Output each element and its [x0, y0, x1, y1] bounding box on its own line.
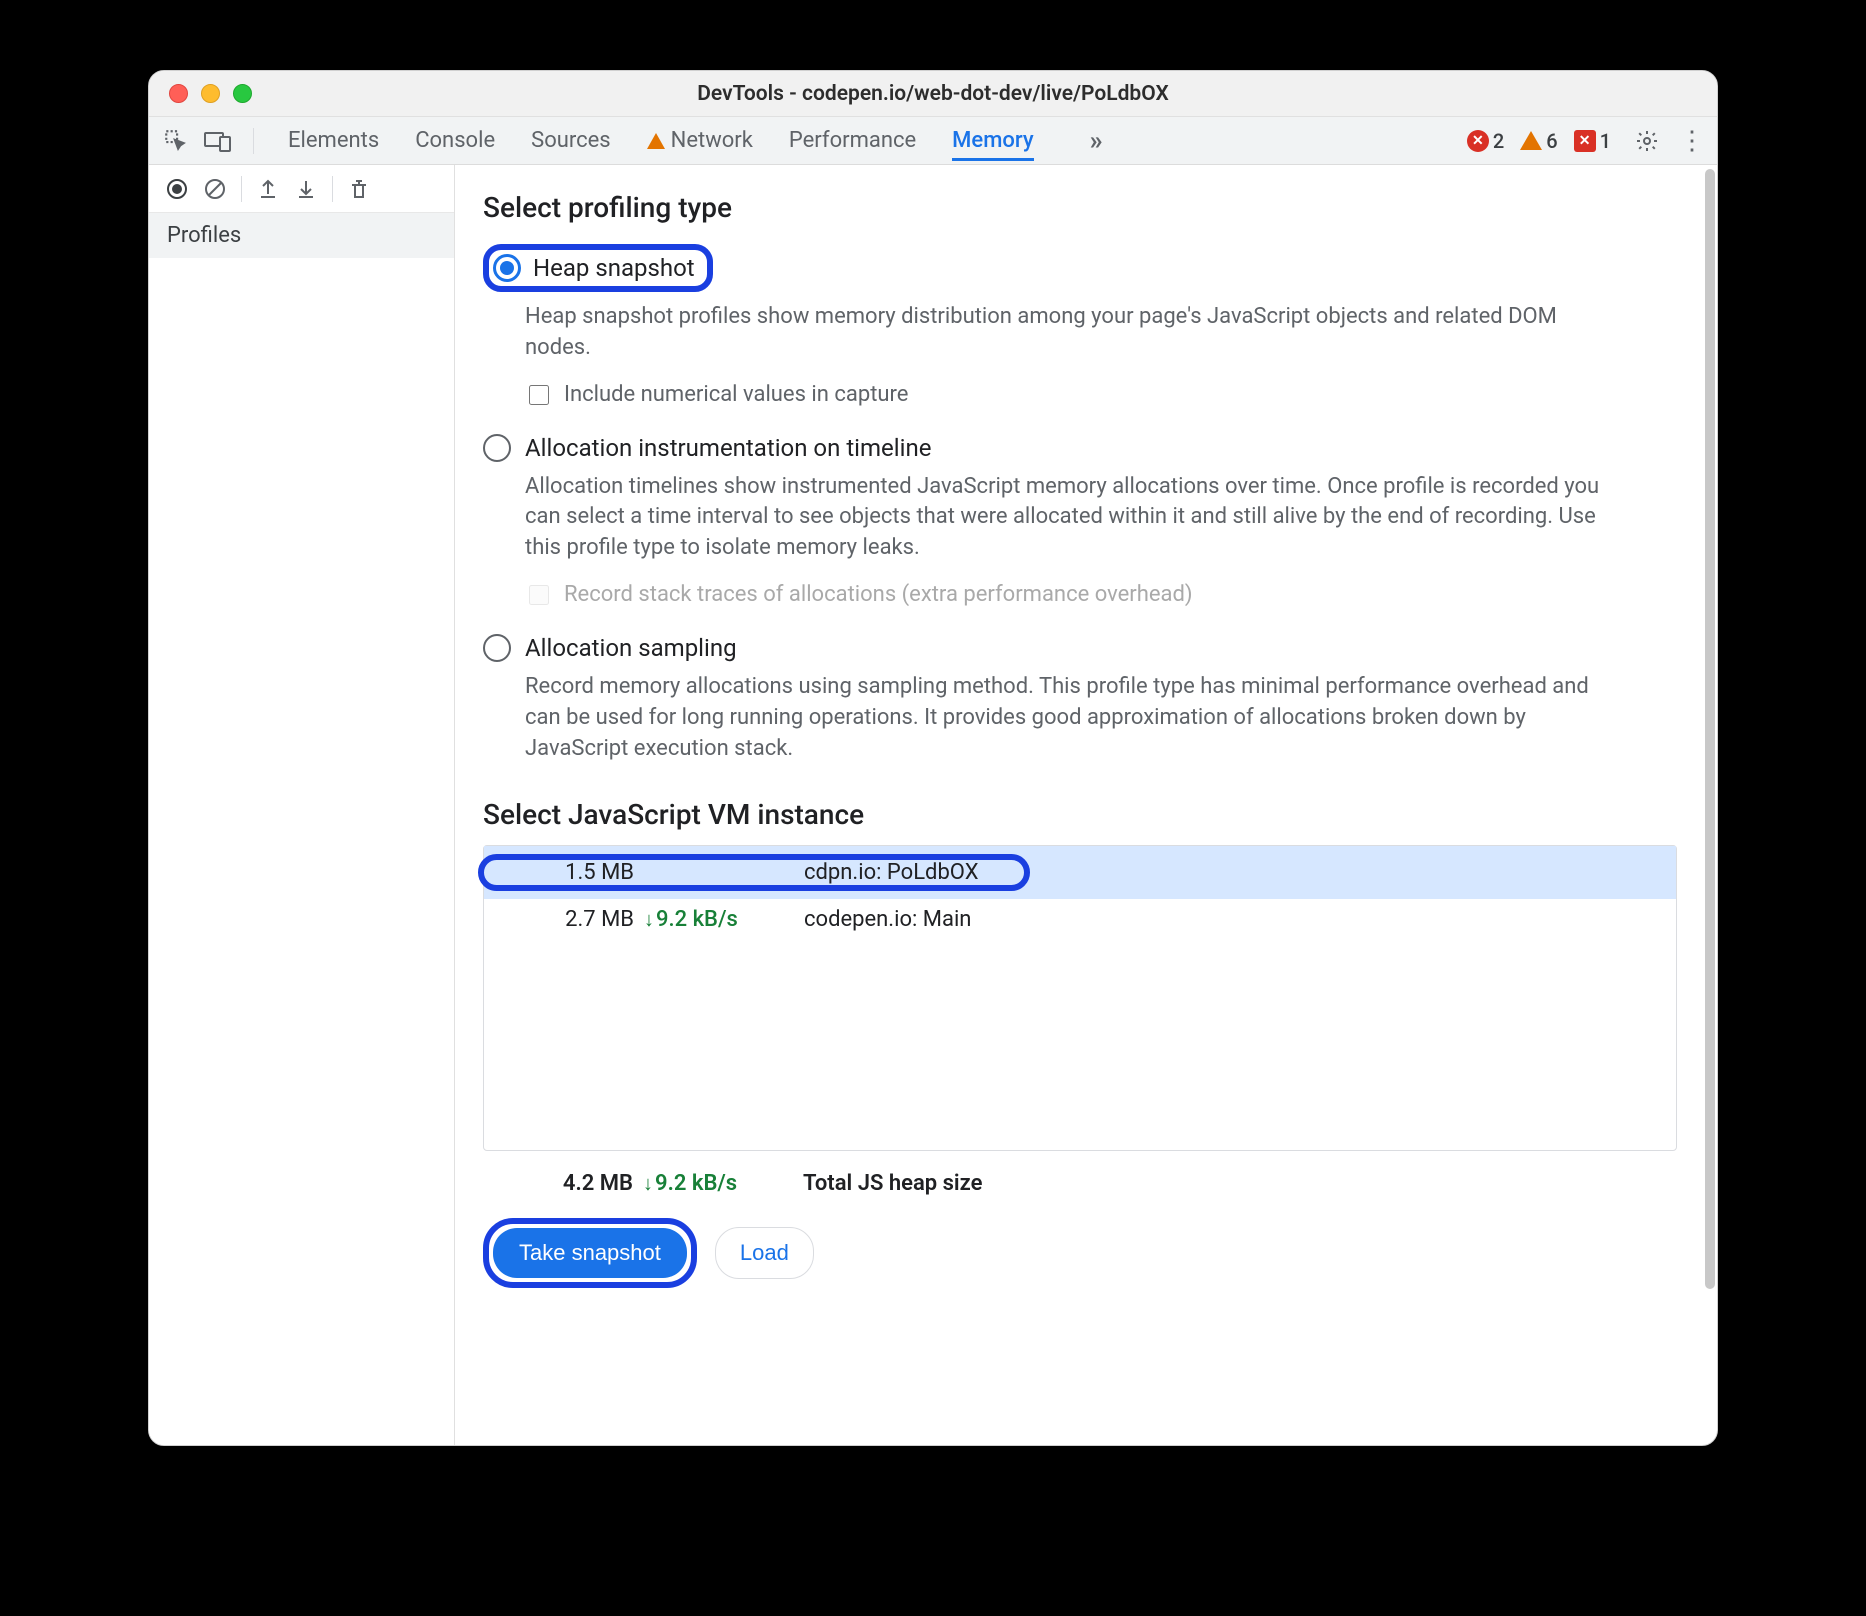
error-icon: ✕ — [1467, 130, 1489, 152]
clear-button[interactable] — [197, 171, 233, 207]
vm-row[interactable]: 2.7 MB ↓ 9.2 kB/s codepen.io: Main — [484, 899, 1676, 940]
checkbox-label: Include numerical values in capture — [564, 382, 908, 407]
include-numerical-checkbox[interactable] — [529, 385, 549, 405]
vm-heading: Select JavaScript VM instance — [483, 798, 1677, 831]
tutorial-highlight-heap: Heap snapshot — [483, 244, 713, 292]
vm-rate: ↓ 9.2 kB/s — [644, 907, 794, 932]
vm-name: cdpn.io: PoLdbOX — [794, 860, 1014, 885]
import-button[interactable] — [288, 171, 324, 207]
warning-icon — [647, 133, 665, 149]
issues-badge[interactable]: ✕ 1 — [1574, 129, 1611, 153]
zoom-window-button[interactable] — [233, 84, 252, 103]
record-button[interactable] — [159, 171, 195, 207]
tab-sources[interactable]: Sources — [531, 120, 611, 161]
settings-button[interactable] — [1635, 129, 1659, 153]
profiling-option-timeline[interactable]: Allocation instrumentation on timeline — [483, 428, 1677, 466]
memory-panel: Select profiling type Heap snapshot Heap… — [455, 165, 1717, 1445]
include-numerical-checkbox-row[interactable]: Include numerical values in capture — [525, 382, 1677, 408]
option-label: Allocation sampling — [525, 634, 737, 662]
tutorial-highlight-take-snapshot: Take snapshot — [483, 1218, 697, 1288]
devtools-tabsbar: Elements Console Sources Network Perform… — [149, 117, 1717, 165]
option-label: Heap snapshot — [533, 254, 695, 282]
radio-allocation-timeline[interactable] — [483, 434, 511, 462]
bottom-actions: Take snapshot Load — [483, 1218, 1677, 1288]
vm-size: 2.7 MB — [484, 907, 644, 932]
tab-elements[interactable]: Elements — [288, 120, 379, 161]
close-window-button[interactable] — [169, 84, 188, 103]
profiles-sidebar: Profiles — [149, 165, 455, 1445]
tutorial-highlight-vm-row: 1.5 MB cdpn.io: PoLdbOX — [478, 854, 1030, 891]
record-stack-checkbox — [529, 585, 549, 605]
radio-allocation-sampling[interactable] — [483, 634, 511, 662]
vm-name: codepen.io: Main — [794, 907, 1676, 932]
total-rate: ↓ 9.2 kB/s — [643, 1171, 793, 1196]
option-label: Allocation instrumentation on timeline — [525, 434, 931, 462]
tab-memory[interactable]: Memory — [952, 120, 1033, 161]
window-titlebar: DevTools - codepen.io/web-dot-dev/live/P… — [149, 71, 1717, 117]
more-button[interactable]: ⋮ — [1679, 126, 1703, 156]
tab-performance[interactable]: Performance — [789, 120, 916, 161]
record-stack-checkbox-row: Record stack traces of allocations (extr… — [525, 582, 1677, 608]
vm-row-selected[interactable]: 1.5 MB cdpn.io: PoLdbOX — [484, 846, 1676, 899]
sidebar-toolbar — [149, 165, 454, 213]
vm-size: 1.5 MB — [484, 860, 644, 885]
vm-totals: 4.2 MB ↓ 9.2 kB/s Total JS heap size — [483, 1157, 1677, 1210]
sidebar-profiles-header: Profiles — [149, 213, 454, 258]
export-button[interactable] — [250, 171, 286, 207]
device-toggle-icon[interactable] — [203, 128, 233, 154]
option-desc-timeline: Allocation timelines show instrumented J… — [525, 472, 1605, 564]
issue-icon: ✕ — [1574, 130, 1596, 152]
checkbox-label: Record stack traces of allocations (extr… — [564, 582, 1193, 607]
errors-badge[interactable]: ✕ 2 — [1467, 129, 1504, 153]
inspect-icon[interactable] — [163, 128, 189, 154]
profiling-option-heap[interactable]: Heap snapshot — [483, 238, 1677, 296]
minimize-window-button[interactable] — [201, 84, 220, 103]
devtools-tabs: Elements Console Sources Network Perform… — [288, 120, 1100, 161]
warning-icon — [1520, 130, 1542, 152]
profiling-option-sampling[interactable]: Allocation sampling — [483, 628, 1677, 666]
take-snapshot-button[interactable]: Take snapshot — [493, 1228, 687, 1278]
traffic-lights — [169, 84, 252, 103]
profiling-type-heading: Select profiling type — [483, 191, 1677, 224]
radio-heap-snapshot[interactable] — [493, 254, 521, 282]
arrow-down-icon: ↓ — [644, 907, 654, 932]
window-title: DevTools - codepen.io/web-dot-dev/live/P… — [697, 82, 1169, 106]
devtools-window: DevTools - codepen.io/web-dot-dev/live/P… — [148, 70, 1718, 1446]
arrow-down-icon: ↓ — [643, 1171, 653, 1196]
option-desc-sampling: Record memory allocations using sampling… — [525, 672, 1605, 764]
scrollbar[interactable] — [1703, 165, 1717, 1445]
tabs-overflow-button[interactable]: » — [1090, 126, 1100, 156]
load-button[interactable]: Load — [715, 1227, 814, 1279]
warnings-badge[interactable]: 6 — [1520, 129, 1557, 153]
tab-console[interactable]: Console — [415, 120, 495, 161]
total-size: 4.2 MB — [483, 1171, 643, 1196]
vm-instance-table: 1.5 MB cdpn.io: PoLdbOX 2.7 MB ↓ 9.2 kB/… — [483, 845, 1677, 1151]
option-desc-heap: Heap snapshot profiles show memory distr… — [525, 302, 1605, 364]
tab-network[interactable]: Network — [647, 120, 753, 161]
collect-garbage-button[interactable] — [341, 171, 377, 207]
total-label: Total JS heap size — [793, 1171, 1677, 1196]
